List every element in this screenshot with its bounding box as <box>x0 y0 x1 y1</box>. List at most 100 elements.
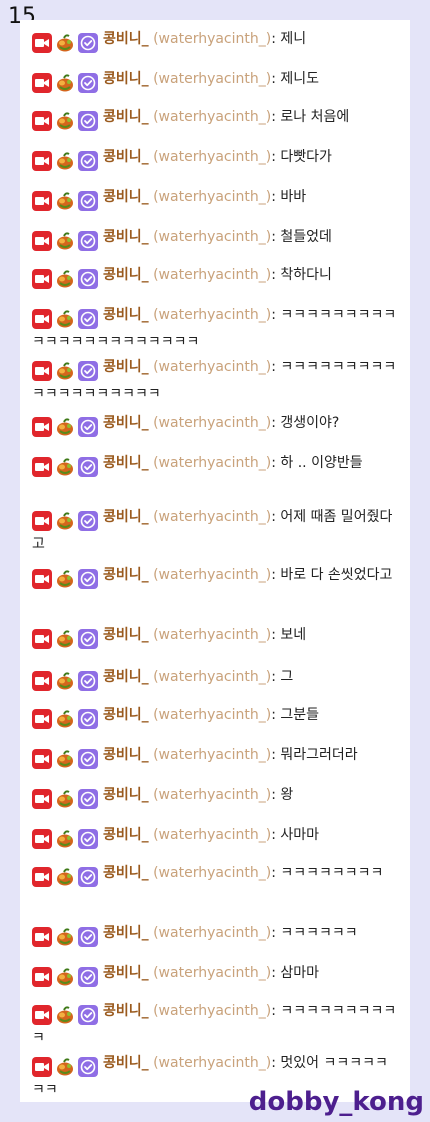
verified-check-icon[interactable] <box>78 829 98 849</box>
sub-badge-icon[interactable] <box>55 671 75 691</box>
chat-login[interactable]: (waterhyacinth_) <box>153 865 271 881</box>
video-camera-icon[interactable] <box>32 269 52 289</box>
sub-badge-icon[interactable] <box>55 417 75 437</box>
sub-badge-icon[interactable] <box>55 269 75 289</box>
chat-login[interactable]: (waterhyacinth_) <box>153 827 271 843</box>
chat-username[interactable]: 콩비니_ <box>103 627 149 643</box>
video-camera-icon[interactable] <box>32 309 52 329</box>
chat-username[interactable]: 콩비니_ <box>103 415 149 431</box>
verified-check-icon[interactable] <box>78 511 98 531</box>
chat-username[interactable]: 콩비니_ <box>103 567 149 583</box>
chat-username[interactable]: 콩비니_ <box>103 827 149 843</box>
video-camera-icon[interactable] <box>32 749 52 769</box>
chat-login[interactable]: (waterhyacinth_) <box>153 71 271 87</box>
verified-check-icon[interactable] <box>78 709 98 729</box>
video-camera-icon[interactable] <box>32 33 52 53</box>
sub-badge-icon[interactable] <box>55 1005 75 1025</box>
video-camera-icon[interactable] <box>32 361 52 381</box>
chat-login[interactable]: (waterhyacinth_) <box>153 149 271 165</box>
verified-check-icon[interactable] <box>78 1057 98 1077</box>
verified-check-icon[interactable] <box>78 867 98 887</box>
chat-username[interactable]: 콩비니_ <box>103 267 149 283</box>
chat-username[interactable]: 콩비니_ <box>103 747 149 763</box>
verified-check-icon[interactable] <box>78 927 98 947</box>
chat-login[interactable]: (waterhyacinth_) <box>153 267 271 283</box>
video-camera-icon[interactable] <box>32 151 52 171</box>
chat-username[interactable]: 콩비니_ <box>103 71 149 87</box>
sub-badge-icon[interactable] <box>55 231 75 251</box>
chat-login[interactable]: (waterhyacinth_) <box>153 669 271 685</box>
verified-check-icon[interactable] <box>78 671 98 691</box>
sub-badge-icon[interactable] <box>55 629 75 649</box>
chat-login[interactable]: (waterhyacinth_) <box>153 1055 271 1071</box>
sub-badge-icon[interactable] <box>55 829 75 849</box>
verified-check-icon[interactable] <box>78 749 98 769</box>
video-camera-icon[interactable] <box>32 709 52 729</box>
chat-username[interactable]: 콩비니_ <box>103 509 149 525</box>
verified-check-icon[interactable] <box>78 151 98 171</box>
video-camera-icon[interactable] <box>32 1057 52 1077</box>
chat-username[interactable]: 콩비니_ <box>103 787 149 803</box>
sub-badge-icon[interactable] <box>55 511 75 531</box>
video-camera-icon[interactable] <box>32 511 52 531</box>
chat-username[interactable]: 콩비니_ <box>103 865 149 881</box>
sub-badge-icon[interactable] <box>55 749 75 769</box>
video-camera-icon[interactable] <box>32 629 52 649</box>
sub-badge-icon[interactable] <box>55 709 75 729</box>
sub-badge-icon[interactable] <box>55 309 75 329</box>
chat-username[interactable]: 콩비니_ <box>103 359 149 375</box>
chat-login[interactable]: (waterhyacinth_) <box>153 189 271 205</box>
chat-login[interactable]: (waterhyacinth_) <box>153 109 271 125</box>
sub-badge-icon[interactable] <box>55 33 75 53</box>
chat-login[interactable]: (waterhyacinth_) <box>153 455 271 471</box>
chat-username[interactable]: 콩비니_ <box>103 1055 149 1071</box>
chat-login[interactable]: (waterhyacinth_) <box>153 359 271 375</box>
video-camera-icon[interactable] <box>32 927 52 947</box>
sub-badge-icon[interactable] <box>55 191 75 211</box>
chat-username[interactable]: 콩비니_ <box>103 109 149 125</box>
sub-badge-icon[interactable] <box>55 927 75 947</box>
video-camera-icon[interactable] <box>32 417 52 437</box>
video-camera-icon[interactable] <box>32 1005 52 1025</box>
chat-username[interactable]: 콩비니_ <box>103 455 149 471</box>
verified-check-icon[interactable] <box>78 361 98 381</box>
verified-check-icon[interactable] <box>78 309 98 329</box>
verified-check-icon[interactable] <box>78 789 98 809</box>
chat-login[interactable]: (waterhyacinth_) <box>153 307 271 323</box>
video-camera-icon[interactable] <box>32 671 52 691</box>
chat-login[interactable]: (waterhyacinth_) <box>153 509 271 525</box>
chat-login[interactable]: (waterhyacinth_) <box>153 787 271 803</box>
video-camera-icon[interactable] <box>32 569 52 589</box>
chat-login[interactable]: (waterhyacinth_) <box>153 31 271 47</box>
verified-check-icon[interactable] <box>78 967 98 987</box>
chat-username[interactable]: 콩비니_ <box>103 707 149 723</box>
video-camera-icon[interactable] <box>32 967 52 987</box>
sub-badge-icon[interactable] <box>55 789 75 809</box>
sub-badge-icon[interactable] <box>55 967 75 987</box>
chat-username[interactable]: 콩비니_ <box>103 925 149 941</box>
video-camera-icon[interactable] <box>32 111 52 131</box>
chat-login[interactable]: (waterhyacinth_) <box>153 229 271 245</box>
sub-badge-icon[interactable] <box>55 151 75 171</box>
verified-check-icon[interactable] <box>78 269 98 289</box>
verified-check-icon[interactable] <box>78 569 98 589</box>
sub-badge-icon[interactable] <box>55 867 75 887</box>
verified-check-icon[interactable] <box>78 231 98 251</box>
sub-badge-icon[interactable] <box>55 73 75 93</box>
sub-badge-icon[interactable] <box>55 361 75 381</box>
chat-login[interactable]: (waterhyacinth_) <box>153 415 271 431</box>
verified-check-icon[interactable] <box>78 457 98 477</box>
chat-login[interactable]: (waterhyacinth_) <box>153 925 271 941</box>
verified-check-icon[interactable] <box>78 629 98 649</box>
chat-username[interactable]: 콩비니_ <box>103 1003 149 1019</box>
chat-username[interactable]: 콩비니_ <box>103 31 149 47</box>
verified-check-icon[interactable] <box>78 191 98 211</box>
chat-login[interactable]: (waterhyacinth_) <box>153 567 271 583</box>
verified-check-icon[interactable] <box>78 33 98 53</box>
sub-badge-icon[interactable] <box>55 1057 75 1077</box>
chat-username[interactable]: 콩비니_ <box>103 149 149 165</box>
video-camera-icon[interactable] <box>32 73 52 93</box>
sub-badge-icon[interactable] <box>55 457 75 477</box>
video-camera-icon[interactable] <box>32 829 52 849</box>
chat-username[interactable]: 콩비니_ <box>103 965 149 981</box>
